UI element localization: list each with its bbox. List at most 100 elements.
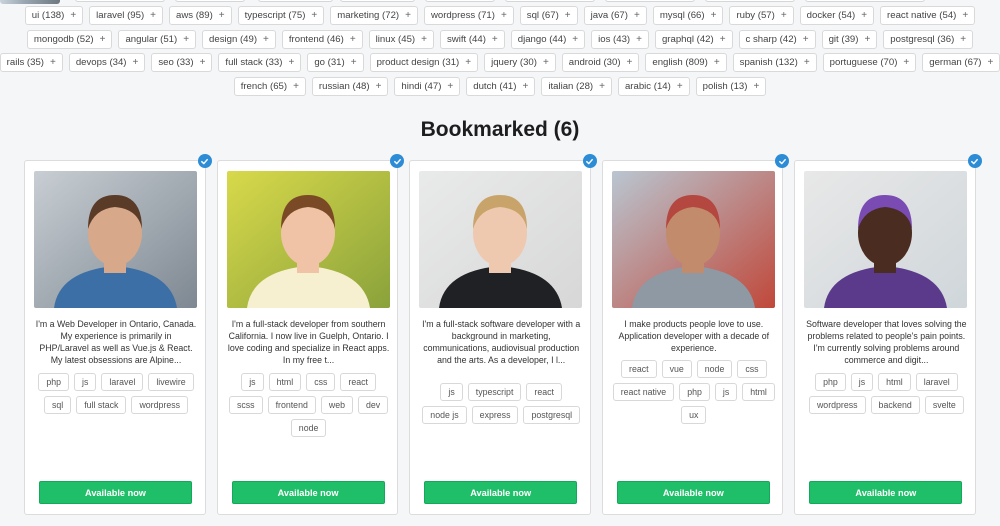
available-now-button[interactable]: Available now (39, 481, 192, 504)
developer-photo[interactable] (226, 171, 390, 308)
developer-card[interactable]: Software developer that loves solving th… (794, 154, 982, 515)
tag-filter-chip[interactable]: german (67) + (922, 53, 1000, 72)
tag-filter-chip[interactable]: linux (45) + (368, 29, 434, 49)
plus-icon[interactable]: + (804, 57, 810, 68)
plus-icon[interactable]: + (50, 57, 56, 68)
tag-filter-chip[interactable]: aws (89) + (169, 6, 232, 25)
plus-icon[interactable]: + (200, 57, 206, 68)
tag-filter-chip[interactable]: sql (67) + (519, 6, 578, 25)
tag-filter-chip[interactable]: french (65) + (233, 76, 306, 96)
tag-filter-chip[interactable]: spanish (132) + (732, 53, 817, 72)
plus-icon[interactable]: + (288, 57, 294, 68)
plus-icon[interactable]: + (781, 10, 787, 21)
tag-filter-chip[interactable]: polish (13) + (695, 76, 767, 96)
plus-icon[interactable]: + (70, 10, 76, 21)
plus-icon[interactable]: + (962, 10, 968, 21)
plus-icon[interactable]: + (960, 34, 966, 45)
tag-filter-chip[interactable]: laravel (95) + (89, 6, 163, 25)
developer-photo[interactable] (419, 171, 583, 308)
tag-filter-chip[interactable]: product design (31) + (369, 53, 479, 72)
plus-icon[interactable]: + (636, 34, 642, 45)
plus-icon[interactable]: + (465, 57, 471, 68)
tag-filter-chip[interactable]: frontend (46) + (281, 29, 363, 49)
plus-icon[interactable]: + (350, 34, 356, 45)
tag-filter-chip[interactable]: dutch (41) + (466, 76, 536, 96)
tag-filter-chip[interactable]: ios (43) + (591, 29, 649, 49)
plus-icon[interactable]: + (714, 57, 720, 68)
plus-icon[interactable]: + (565, 10, 571, 21)
tag-filter-chip[interactable]: android (30) + (561, 53, 640, 72)
tag-filter-chip[interactable]: mongodb (52) + (26, 29, 113, 49)
plus-icon[interactable]: + (501, 10, 507, 21)
tag-filter-chip[interactable]: git (39) + (821, 29, 878, 49)
tag-filter-chip[interactable]: russian (48) + (311, 76, 389, 96)
tag-filter-chip[interactable]: ui (138) + (24, 6, 84, 25)
tag-filter-chip[interactable]: ruby (57) + (729, 6, 794, 25)
tag-filter-chip[interactable]: rails (35) + (0, 53, 63, 72)
tag-filter-chip[interactable]: jquery (30) + (484, 53, 556, 72)
plus-icon[interactable]: + (150, 10, 156, 21)
plus-icon[interactable]: + (405, 10, 411, 21)
plus-icon[interactable]: + (634, 10, 640, 21)
tag-filter-chip[interactable]: docker (54) + (799, 6, 875, 25)
plus-icon[interactable]: + (133, 57, 139, 68)
plus-icon[interactable]: + (263, 34, 269, 45)
available-now-button[interactable]: Available now (424, 481, 578, 504)
plus-icon[interactable]: + (861, 10, 867, 21)
plus-icon[interactable]: + (720, 34, 726, 45)
tag-filter-chip[interactable]: marketing (72) + (330, 6, 418, 25)
tag-filter-chip[interactable]: java (67) + (583, 6, 647, 25)
available-now-button[interactable]: Available now (231, 481, 385, 504)
tag-filter-chip[interactable]: mysql (66) + (652, 6, 724, 25)
tag-filter-chip[interactable]: django (44) + (510, 29, 586, 49)
tag-filter-chip[interactable]: design (49) + (202, 29, 276, 49)
plus-icon[interactable]: + (711, 10, 717, 21)
plus-icon[interactable]: + (864, 34, 870, 45)
developer-card[interactable]: I'm a Web Developer in Ontario, Canada. … (24, 154, 212, 515)
developer-photo[interactable] (804, 171, 968, 308)
plus-icon[interactable]: + (492, 34, 498, 45)
checkmark-badge-icon[interactable] (390, 154, 405, 168)
plus-icon[interactable]: + (988, 57, 994, 68)
plus-icon[interactable]: + (376, 81, 382, 92)
plus-icon[interactable]: + (543, 57, 549, 68)
plus-icon[interactable]: + (572, 34, 578, 45)
tag-filter-chip[interactable]: swift (44) + (439, 29, 505, 49)
checkmark-badge-icon[interactable] (197, 154, 212, 168)
developer-card[interactable]: I'm a full-stack software developer with… (409, 154, 597, 515)
plus-icon[interactable]: + (293, 81, 299, 92)
tag-filter-chip[interactable]: seo (33) + (151, 53, 213, 72)
tag-filter-chip[interactable]: go (31) + (307, 53, 364, 72)
tag-filter-chip[interactable]: react native (54) + (880, 6, 976, 25)
developer-card[interactable]: I make products people love to use. Appl… (601, 154, 790, 515)
plus-icon[interactable]: + (219, 10, 225, 21)
checkmark-badge-icon[interactable] (967, 154, 982, 168)
tag-filter-chip[interactable]: english (809) + (645, 53, 727, 72)
plus-icon[interactable]: + (311, 10, 317, 21)
developer-photo[interactable] (34, 171, 197, 308)
plus-icon[interactable]: + (183, 34, 189, 45)
developer-card[interactable]: I'm a full-stack developer from southern… (216, 154, 405, 515)
plus-icon[interactable]: + (753, 81, 759, 92)
developer-photo[interactable] (611, 171, 775, 308)
plus-icon[interactable]: + (677, 81, 683, 92)
plus-icon[interactable]: + (522, 81, 528, 92)
tag-filter-chip[interactable]: angular (51) + (118, 29, 197, 49)
tag-filter-chip[interactable]: devops (34) + (68, 53, 146, 72)
available-now-button[interactable]: Available now (809, 481, 963, 504)
plus-icon[interactable]: + (627, 57, 633, 68)
tag-filter-chip[interactable]: portuguese (70) + (822, 53, 917, 72)
tag-filter-chip[interactable]: wordpress (71) + (423, 6, 514, 25)
available-now-button[interactable]: Available now (616, 481, 770, 504)
plus-icon[interactable]: + (421, 34, 427, 45)
tag-filter-chip[interactable]: postgresql (36) + (883, 29, 974, 49)
plus-icon[interactable]: + (100, 34, 106, 45)
tag-filter-chip[interactable]: typescript (75) + (237, 6, 325, 25)
tag-filter-chip[interactable]: italian (28) + (541, 76, 612, 96)
tag-filter-chip[interactable]: graphql (42) + (654, 29, 733, 49)
checkmark-badge-icon[interactable] (582, 154, 597, 168)
tag-filter-chip[interactable]: hindi (47) + (394, 76, 461, 96)
plus-icon[interactable]: + (447, 81, 453, 92)
plus-icon[interactable]: + (903, 57, 909, 68)
plus-icon[interactable]: + (599, 81, 605, 92)
